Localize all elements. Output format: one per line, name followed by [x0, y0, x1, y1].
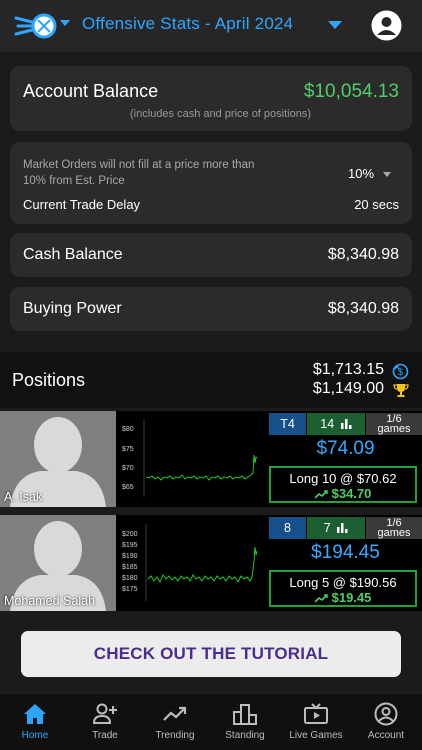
- add-user-icon: [92, 703, 117, 724]
- account-balance-label: Account Balance: [23, 81, 159, 101]
- trending-up-icon: [314, 594, 328, 603]
- positions-title: Positions: [12, 370, 86, 390]
- y-tick-label: $70: [122, 465, 134, 472]
- cash-balance-value: $8,340.98: [327, 246, 399, 263]
- y-tick-label: $175: [122, 586, 138, 593]
- y-tick-label: $65: [122, 484, 134, 491]
- account-icon: [374, 702, 398, 726]
- trending-icon: [163, 706, 187, 721]
- app-header: Offensive Stats - April 2024: [0, 0, 422, 52]
- trade-description: Long 10 @ $70.62: [289, 471, 397, 486]
- trade-gain-value: $34.70: [331, 486, 372, 501]
- y-tick-label: $180: [122, 575, 138, 582]
- positions-header: Positions $1,713.15 $ $1,149.00: [0, 352, 422, 408]
- rocket-football-logo[interactable]: [14, 8, 60, 44]
- player-price: $194.45: [311, 542, 380, 563]
- nav-label: Trending: [155, 730, 195, 741]
- trade-gain: $34.70: [271, 486, 415, 501]
- points-badge: 14: [307, 413, 365, 435]
- account-balance-note: (includes cash and price of positions): [130, 108, 311, 120]
- buying-power-value: $8,340.98: [327, 300, 399, 317]
- svg-text:$: $: [398, 367, 403, 377]
- cash-balance-card: Cash Balance $8,340.98: [10, 233, 412, 277]
- nav-label: Home: [21, 730, 49, 741]
- account-balance-value: $10,054.13: [303, 81, 399, 102]
- trade-delay-label: Current Trade Delay: [23, 197, 141, 212]
- trade-position-box[interactable]: Long 5 @ $190.56 $19.45: [269, 570, 417, 607]
- chevron-down-icon[interactable]: [328, 21, 342, 29]
- bottom-nav: Home Trade Trending Standing Live Games …: [0, 693, 422, 750]
- nav-item-trending[interactable]: Trending: [140, 694, 210, 750]
- y-tick-label: $75: [122, 446, 134, 453]
- nav-label: Standing: [225, 730, 265, 741]
- nav-label: Live Games: [289, 730, 343, 741]
- page-title[interactable]: Offensive Stats - April 2024: [82, 14, 293, 34]
- price-line: [147, 546, 258, 583]
- y-tick-label: $190: [122, 553, 138, 560]
- logo-menu-caret-icon[interactable]: [60, 20, 70, 26]
- player-price: $74.09: [316, 438, 375, 459]
- position-row[interactable]: A. Isak $80 $75 $70 $65 T4 14 1/6 games …: [0, 411, 422, 507]
- y-tick-label: $185: [122, 564, 138, 571]
- trade-position-box[interactable]: Long 10 @ $70.62 $34.70: [269, 466, 417, 503]
- player-name: A. Isak: [4, 490, 43, 504]
- nav-item-live-games[interactable]: Live Games: [281, 694, 351, 750]
- points-value: 7: [323, 521, 331, 535]
- rank-badge: 8: [269, 517, 306, 539]
- account-balance-card: Account Balance $10,054.13 (includes cas…: [10, 66, 412, 131]
- games-badge: 1/6 games: [366, 413, 422, 435]
- positions-value: $1,713.15: [312, 361, 384, 378]
- nav-label: Account: [367, 730, 405, 741]
- refresh-dollar-icon[interactable]: $: [392, 363, 409, 380]
- nav-item-home[interactable]: Home: [0, 694, 70, 750]
- market-order-note: Market Orders will not fill at a price m…: [23, 159, 255, 187]
- home-icon: [24, 704, 46, 724]
- price-chart[interactable]: $200 $195 $190 $185 $180 $175: [122, 521, 264, 605]
- trending-up-icon: [314, 490, 328, 499]
- nav-item-account[interactable]: Account: [351, 694, 421, 750]
- buying-power-card: Buying Power $8,340.98: [10, 287, 412, 331]
- price-line: [145, 454, 258, 481]
- trade-delay-value: 20 secs: [354, 197, 399, 212]
- player-photo: A. Isak: [0, 411, 116, 507]
- games-label: games: [377, 423, 411, 435]
- nav-label: Trade: [92, 730, 118, 741]
- points-value: 14: [320, 417, 335, 431]
- tv-icon: [304, 703, 328, 724]
- price-chart[interactable]: $80 $75 $70 $65: [122, 417, 264, 501]
- y-tick-label: $80: [122, 426, 134, 433]
- nav-item-trade[interactable]: Trade: [70, 694, 140, 750]
- percent-select[interactable]: 10%: [348, 166, 374, 181]
- tutorial-button[interactable]: CHECK OUT THE TUTORIAL: [21, 631, 401, 677]
- y-tick-label: $200: [122, 531, 138, 538]
- market-order-card: Market Orders will not fill at a price m…: [10, 142, 412, 224]
- podium-icon: [233, 704, 257, 725]
- user-circle-icon[interactable]: [371, 10, 402, 41]
- positions-cost: $1,149.00: [312, 380, 384, 397]
- games-label: games: [377, 527, 411, 539]
- position-row[interactable]: Mohamed Salah $200 $195 $190 $185 $180 $…: [0, 515, 422, 611]
- trade-gain: $19.45: [271, 590, 415, 605]
- nav-item-standing[interactable]: Standing: [210, 694, 280, 750]
- bar-chart-icon: [340, 419, 352, 429]
- games-badge: 1/6 games: [366, 517, 422, 539]
- buying-power-label: Buying Power: [23, 300, 122, 317]
- cash-balance-label: Cash Balance: [23, 246, 123, 263]
- bar-chart-icon: [337, 523, 348, 533]
- chevron-down-icon[interactable]: [383, 172, 391, 177]
- points-badge: 7: [307, 517, 365, 539]
- trophy-icon: [393, 384, 409, 397]
- rank-badge: T4: [269, 413, 306, 435]
- player-name: Mohamed Salah: [4, 594, 96, 608]
- trade-gain-value: $19.45: [331, 590, 372, 605]
- trade-description: Long 5 @ $190.56: [289, 575, 397, 590]
- player-photo: Mohamed Salah: [0, 515, 116, 611]
- y-tick-label: $195: [122, 542, 138, 549]
